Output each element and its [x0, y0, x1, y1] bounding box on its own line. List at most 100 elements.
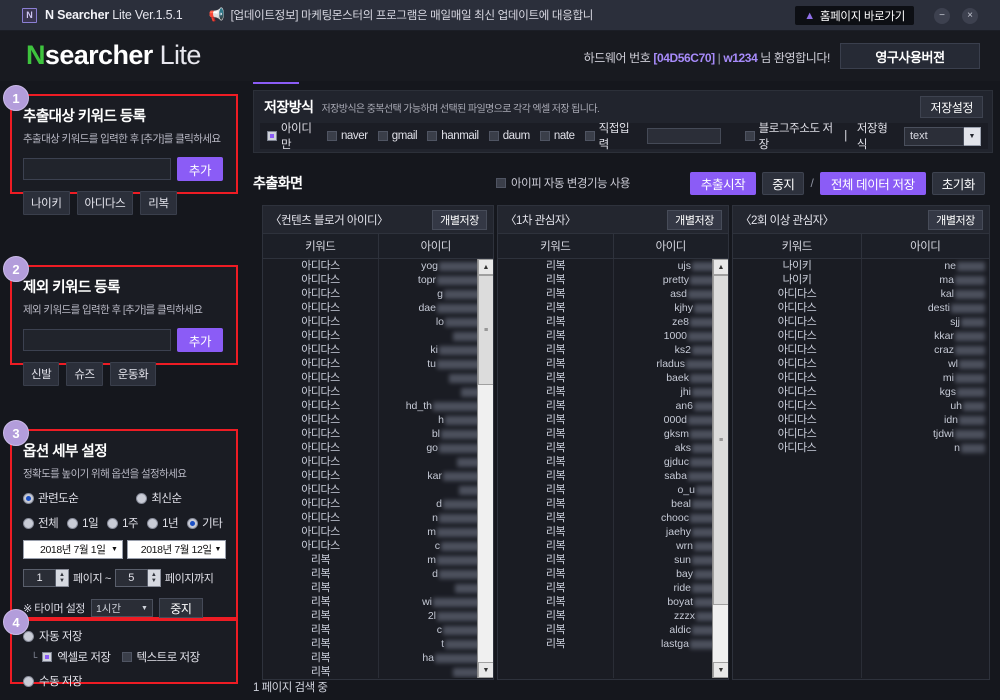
page-to-input[interactable] [114, 569, 148, 587]
table-row[interactable]: 1000 [614, 329, 728, 343]
table-row[interactable]: 리복 [498, 315, 613, 329]
table-row[interactable]: 리복 [498, 539, 613, 553]
table-row[interactable]: tjdwi [862, 427, 989, 441]
table-row[interactable]: 아디다스 [733, 301, 861, 315]
extract-start-button[interactable]: 추출시작 [689, 171, 757, 195]
table-row[interactable]: 리복 [498, 343, 613, 357]
text-save-checkbox[interactable]: 텍스트로 저장 [121, 649, 200, 665]
table-row[interactable]: topr [379, 273, 493, 287]
table-row[interactable]: 아디다스 [263, 511, 378, 525]
table-row[interactable]: ne [862, 259, 989, 273]
table-row[interactable] [379, 455, 493, 469]
table-row[interactable]: 아디다스 [263, 343, 378, 357]
scrollbar-thumb[interactable]: ≡ [478, 275, 493, 385]
save-option-daum[interactable]: daum [488, 130, 530, 142]
period-radio-other[interactable]: 기타 [187, 515, 223, 531]
table-row[interactable]: 리복 [263, 595, 378, 609]
ip-auto-change-checkbox[interactable]: 아이피 자동 변경기능 사용 [496, 175, 630, 191]
save-option-hanmail[interactable]: hanmail [427, 130, 479, 142]
table-row[interactable]: 리복 [498, 595, 613, 609]
table-row[interactable]: 아디다스 [263, 287, 378, 301]
sort-radio-relevance[interactable]: 관련도순 [23, 490, 79, 506]
table-row[interactable]: 리복 [498, 637, 613, 651]
save-option-nate[interactable]: nate [539, 130, 575, 142]
scroll-down-icon[interactable]: ▼ [713, 662, 728, 678]
table-row[interactable]: jhi [614, 385, 728, 399]
table-row[interactable]: wi [379, 595, 493, 609]
license-version-button[interactable]: 영구사용버젼 [840, 43, 980, 69]
table-row[interactable]: 리복 [498, 553, 613, 567]
vertical-scrollbar[interactable]: ▲ ≡ ▼ [712, 259, 728, 678]
format-select[interactable]: text ▼ [904, 126, 981, 146]
exclude-chip[interactable]: 슈즈 [66, 362, 103, 386]
table-row[interactable]: m [379, 553, 493, 567]
table-row[interactable]: 리복 [498, 371, 613, 385]
table-row[interactable]: 리복 [263, 665, 378, 678]
table-row[interactable]: 아디다스 [263, 413, 378, 427]
exclude-chip[interactable]: 신발 [23, 362, 60, 386]
table-row[interactable]: gjduc [614, 455, 728, 469]
table-row[interactable]: zzzx [614, 609, 728, 623]
table-row[interactable]: 아디다스 [263, 315, 378, 329]
table-row[interactable]: ze8 [614, 315, 728, 329]
table-row[interactable]: aks [614, 441, 728, 455]
table-row[interactable]: asd [614, 287, 728, 301]
table-row[interactable]: ki [379, 343, 493, 357]
table-row[interactable]: 아디다스 [263, 357, 378, 371]
table-row[interactable]: chooc [614, 511, 728, 525]
table-row[interactable]: 나이키 [733, 273, 861, 287]
individual-save-button[interactable]: 개별저장 [928, 210, 983, 230]
exclude-keyword-input[interactable] [23, 329, 171, 351]
table-body[interactable]: 아디다스 아디다스 아디다스 아디다스 아디다스 아디다스 아디다스 아디다스 아디다스 아디다스… [263, 259, 493, 678]
table-row[interactable]: boyat [614, 595, 728, 609]
table-row[interactable]: 아디다스 [733, 413, 861, 427]
table-row[interactable]: t [379, 637, 493, 651]
table-row[interactable]: 나이키 [733, 259, 861, 273]
table-row[interactable]: 아디다스 [263, 329, 378, 343]
table-row[interactable] [379, 483, 493, 497]
page-from-input[interactable] [23, 569, 56, 587]
table-row[interactable]: ks2 [614, 343, 728, 357]
table-row[interactable]: 리복 [498, 623, 613, 637]
table-row[interactable]: 리복 [498, 427, 613, 441]
table-row[interactable]: c [379, 623, 493, 637]
table-row[interactable]: 아디다스 [263, 371, 378, 385]
table-row[interactable]: 아디다스 [733, 357, 861, 371]
table-row[interactable]: 아디다스 [263, 301, 378, 315]
scroll-down-icon[interactable]: ▼ [478, 662, 493, 678]
date-to-select[interactable]: 2018년 7월 12일 ▼ [126, 540, 226, 559]
table-row[interactable]: pretty [614, 273, 728, 287]
table-row[interactable]: 아디다스 [263, 399, 378, 413]
table-row[interactable]: 리복 [263, 581, 378, 595]
table-row[interactable]: 리복 [498, 441, 613, 455]
table-row[interactable]: uh [862, 399, 989, 413]
auto-save-radio[interactable]: 자동 저장 [23, 628, 226, 644]
save-option-idonly[interactable]: 아이디만 [267, 120, 317, 152]
keyword-chip[interactable]: 리복 [140, 191, 177, 215]
table-row[interactable]: kgs [862, 385, 989, 399]
table-row[interactable]: kjhy [614, 301, 728, 315]
table-row[interactable]: 아디다스 [733, 399, 861, 413]
table-row[interactable]: beal [614, 497, 728, 511]
table-row[interactable]: 아디다스 [263, 469, 378, 483]
table-row[interactable]: wrn [614, 539, 728, 553]
save-all-data-button[interactable]: 전체 데이터 저장 [819, 171, 926, 195]
chevron-down-icon[interactable]: ▼ [964, 126, 981, 146]
table-row[interactable]: 리복 [263, 609, 378, 623]
table-row[interactable]: hd_th [379, 399, 493, 413]
table-row[interactable]: 리복 [498, 357, 613, 371]
table-row[interactable]: 아디다스 [263, 497, 378, 511]
reset-button[interactable]: 초기화 [931, 171, 985, 195]
table-row[interactable]: 리복 [498, 609, 613, 623]
table-row[interactable]: 리복 [498, 329, 613, 343]
table-row[interactable]: 아디다스 [733, 385, 861, 399]
period-radio-1week[interactable]: 1주 [107, 515, 139, 531]
table-row[interactable]: 리복 [498, 525, 613, 539]
blog-url-save-checkbox[interactable]: 블로그주소도 저장 [744, 120, 835, 152]
table-row[interactable]: 리복 [263, 567, 378, 581]
table-row[interactable]: 아디다스 [263, 525, 378, 539]
table-row[interactable]: sjj [862, 315, 989, 329]
table-row[interactable]: 리복 [498, 399, 613, 413]
table-row[interactable]: n [379, 511, 493, 525]
table-row[interactable]: 아디다스 [263, 483, 378, 497]
